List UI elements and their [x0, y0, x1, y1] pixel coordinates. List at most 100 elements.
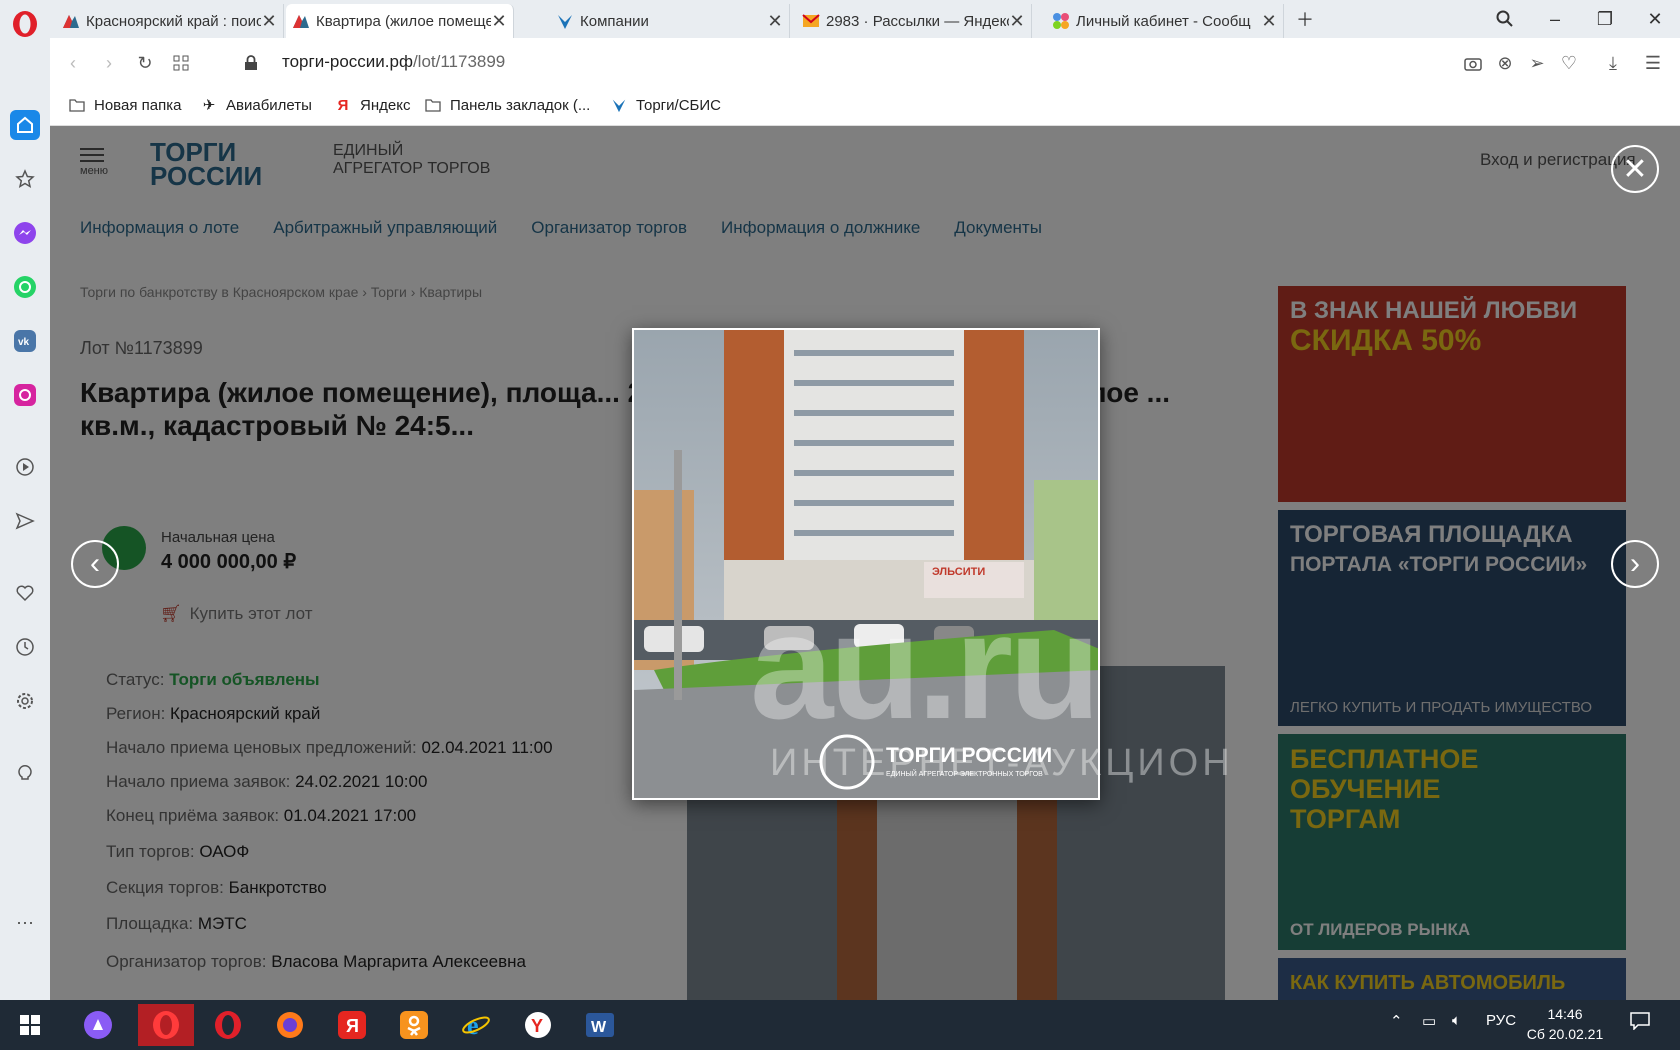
multicolor-favicon-icon	[1053, 13, 1069, 29]
tab-title: Квартира (жилое помеще	[316, 12, 491, 30]
opera-sidebar: vk ⋯	[0, 38, 50, 1000]
tabs-grid-icon[interactable]	[168, 50, 194, 76]
url-field[interactable]: торги-россии.рф/lot/1173899	[282, 52, 505, 72]
taskbar-odnoklassniki-icon[interactable]	[386, 1004, 442, 1046]
reload-icon[interactable]: ↻	[132, 50, 158, 76]
bookmark-torgi-sbis[interactable]: Торги/СБИС	[610, 96, 721, 114]
bookmark-label: Новая папка	[94, 96, 182, 114]
sbis-favicon-icon	[558, 15, 572, 29]
windows-taskbar: Я e Y W ⌃ ▭ 🔈︎ РУС 14:46 Сб 20.02.21	[0, 1000, 1680, 1050]
downloads-icon[interactable]: ⤓	[1600, 50, 1626, 76]
notifications-icon[interactable]	[1630, 1012, 1650, 1034]
svg-text:vk: vk	[18, 337, 30, 348]
send-icon[interactable]	[10, 506, 40, 536]
svg-text:W: W	[591, 1019, 607, 1036]
tab-kompanii[interactable]: Компании ✕	[550, 4, 790, 38]
back-icon[interactable]: ‹	[60, 50, 86, 76]
favorite-heart-icon[interactable]: ♡	[1556, 50, 1582, 76]
bookmark-yandex[interactable]: Я Яндекс	[334, 96, 411, 114]
bookmark-label: Яндекс	[360, 96, 411, 114]
tab-lichnyj-kabinet[interactable]: Личный кабинет - Сообщ ✕	[1046, 4, 1284, 38]
svg-text:Y: Y	[531, 1016, 543, 1036]
bookmarks-bar: Новая папка ✈ Авиабилеты Я Яндекс Панель…	[50, 88, 1680, 126]
bookmark-label: Авиабилеты	[226, 96, 312, 114]
airplane-icon: ✈	[202, 97, 216, 114]
messenger-icon[interactable]	[10, 218, 40, 248]
clock-date: Сб 20.02.21	[1526, 1026, 1604, 1042]
taskbar-opera-active-icon[interactable]	[138, 1004, 194, 1046]
bookmark-folder-new[interactable]: Новая папка	[68, 96, 181, 114]
tray-volume-icon[interactable]: 🔈︎	[1452, 1012, 1461, 1029]
taskbar-firefox-icon[interactable]	[262, 1004, 318, 1046]
taskbar-opera-icon[interactable]	[200, 1004, 256, 1046]
tips-bulb-icon[interactable]	[10, 758, 40, 788]
restore-icon[interactable]: ❐	[1590, 4, 1620, 34]
more-dots-icon[interactable]: ⋯	[10, 908, 40, 938]
close-tab-icon[interactable]: ✕	[767, 11, 783, 32]
forward-icon[interactable]: ›	[96, 50, 122, 76]
tab-krasnoyarsk[interactable]: Красноярский край : поис ✕	[56, 4, 284, 38]
easy-setup-icon[interactable]: ☰	[1640, 50, 1666, 76]
tab-kvartira[interactable]: Квартира (жилое помеще ✕	[286, 4, 514, 38]
minimize-icon[interactable]: –	[1540, 4, 1570, 34]
tray-network-icon[interactable]: ▭	[1422, 1012, 1436, 1030]
torgi-favicon-icon	[293, 15, 309, 28]
clock-time: 14:46	[1547, 1006, 1583, 1022]
taskbar-word-icon[interactable]: W	[572, 1004, 628, 1046]
taskbar-yandex-browser-icon[interactable]: Y	[510, 1004, 566, 1046]
settings-gear-icon[interactable]	[10, 686, 40, 716]
close-tab-icon[interactable]: ✕	[261, 11, 277, 32]
address-bar: ‹ › ↻ торги-россии.рф/lot/1173899 ⊗ ➢ ♡ …	[50, 38, 1680, 88]
new-tab-plus-icon[interactable]: ＋	[1290, 4, 1320, 34]
mail-favicon-icon	[802, 14, 820, 27]
vk-icon[interactable]: vk	[10, 326, 40, 356]
folder-icon	[68, 96, 86, 114]
lightbox-next-icon[interactable]: ›	[1611, 540, 1659, 588]
instagram-icon[interactable]	[10, 380, 40, 410]
bookmark-label: Панель закладок (...	[450, 96, 591, 114]
lightbox-prev-icon[interactable]: ‹	[71, 540, 119, 588]
url-host: торги-россии.рф	[282, 52, 413, 71]
close-tab-icon[interactable]: ✕	[1261, 11, 1277, 32]
taskbar-ie-icon[interactable]: e	[448, 1004, 504, 1046]
yandex-icon: Я	[337, 96, 349, 114]
opera-menu-icon[interactable]	[8, 7, 42, 41]
whatsapp-icon[interactable]	[10, 272, 40, 302]
folder-icon	[424, 96, 442, 114]
lock-icon[interactable]	[238, 50, 264, 76]
au-watermark-sub: ИНТЕРНЕТ-АУКЦИОН	[770, 742, 1234, 784]
shop-sign: ЭЛЬСИТИ	[932, 566, 985, 578]
bookmark-aviabilety[interactable]: ✈ Авиабилеты	[200, 96, 312, 115]
lightbox-close-icon[interactable]: ✕	[1611, 145, 1659, 193]
home-icon[interactable]	[10, 110, 40, 140]
windows-start-icon[interactable]	[2, 1004, 58, 1046]
au-watermark: au.ru	[750, 582, 1101, 750]
torgi-favicon-icon	[63, 15, 79, 28]
bookmark-label: Торги/СБИС	[636, 96, 721, 114]
svg-text:e: e	[467, 1011, 479, 1040]
search-tabs-icon[interactable]	[1490, 4, 1520, 34]
tab-rassylki[interactable]: 2983 · Рассылки — Яндекс ✕	[796, 4, 1032, 38]
tab-title: 2983 · Рассылки — Яндекс	[826, 12, 1009, 30]
taskbar-yandex-icon[interactable]: Я	[324, 1004, 380, 1046]
alice-assistant-icon[interactable]	[70, 1004, 126, 1046]
browser-tab-bar: Красноярский край : поис ✕ Квартира (жил…	[0, 0, 1680, 38]
bookmark-panel-folder[interactable]: Панель закладок (...	[424, 96, 590, 114]
tray-clock[interactable]: 14:46 Сб 20.02.21	[1525, 1004, 1605, 1044]
tab-title: Личный кабинет - Сообщ	[1076, 12, 1251, 30]
close-tab-icon[interactable]: ✕	[1009, 11, 1025, 32]
svg-text:Я: Я	[346, 1016, 359, 1036]
heart-icon[interactable]	[10, 578, 40, 608]
player-icon[interactable]	[10, 452, 40, 482]
bookmarks-star-icon[interactable]	[10, 164, 40, 194]
share-send-icon[interactable]: ➢	[1524, 50, 1550, 76]
close-window-icon[interactable]: ✕	[1640, 4, 1670, 34]
tray-language[interactable]: РУС	[1486, 1012, 1516, 1029]
history-clock-icon[interactable]	[10, 632, 40, 662]
adblock-icon[interactable]: ⊗	[1492, 50, 1518, 76]
sbis-icon	[610, 96, 628, 114]
close-tab-icon[interactable]: ✕	[491, 11, 507, 32]
url-path: /lot/1173899	[412, 52, 506, 71]
snapshot-camera-icon[interactable]	[1460, 50, 1486, 76]
tray-chevron-icon[interactable]: ⌃	[1390, 1012, 1403, 1030]
